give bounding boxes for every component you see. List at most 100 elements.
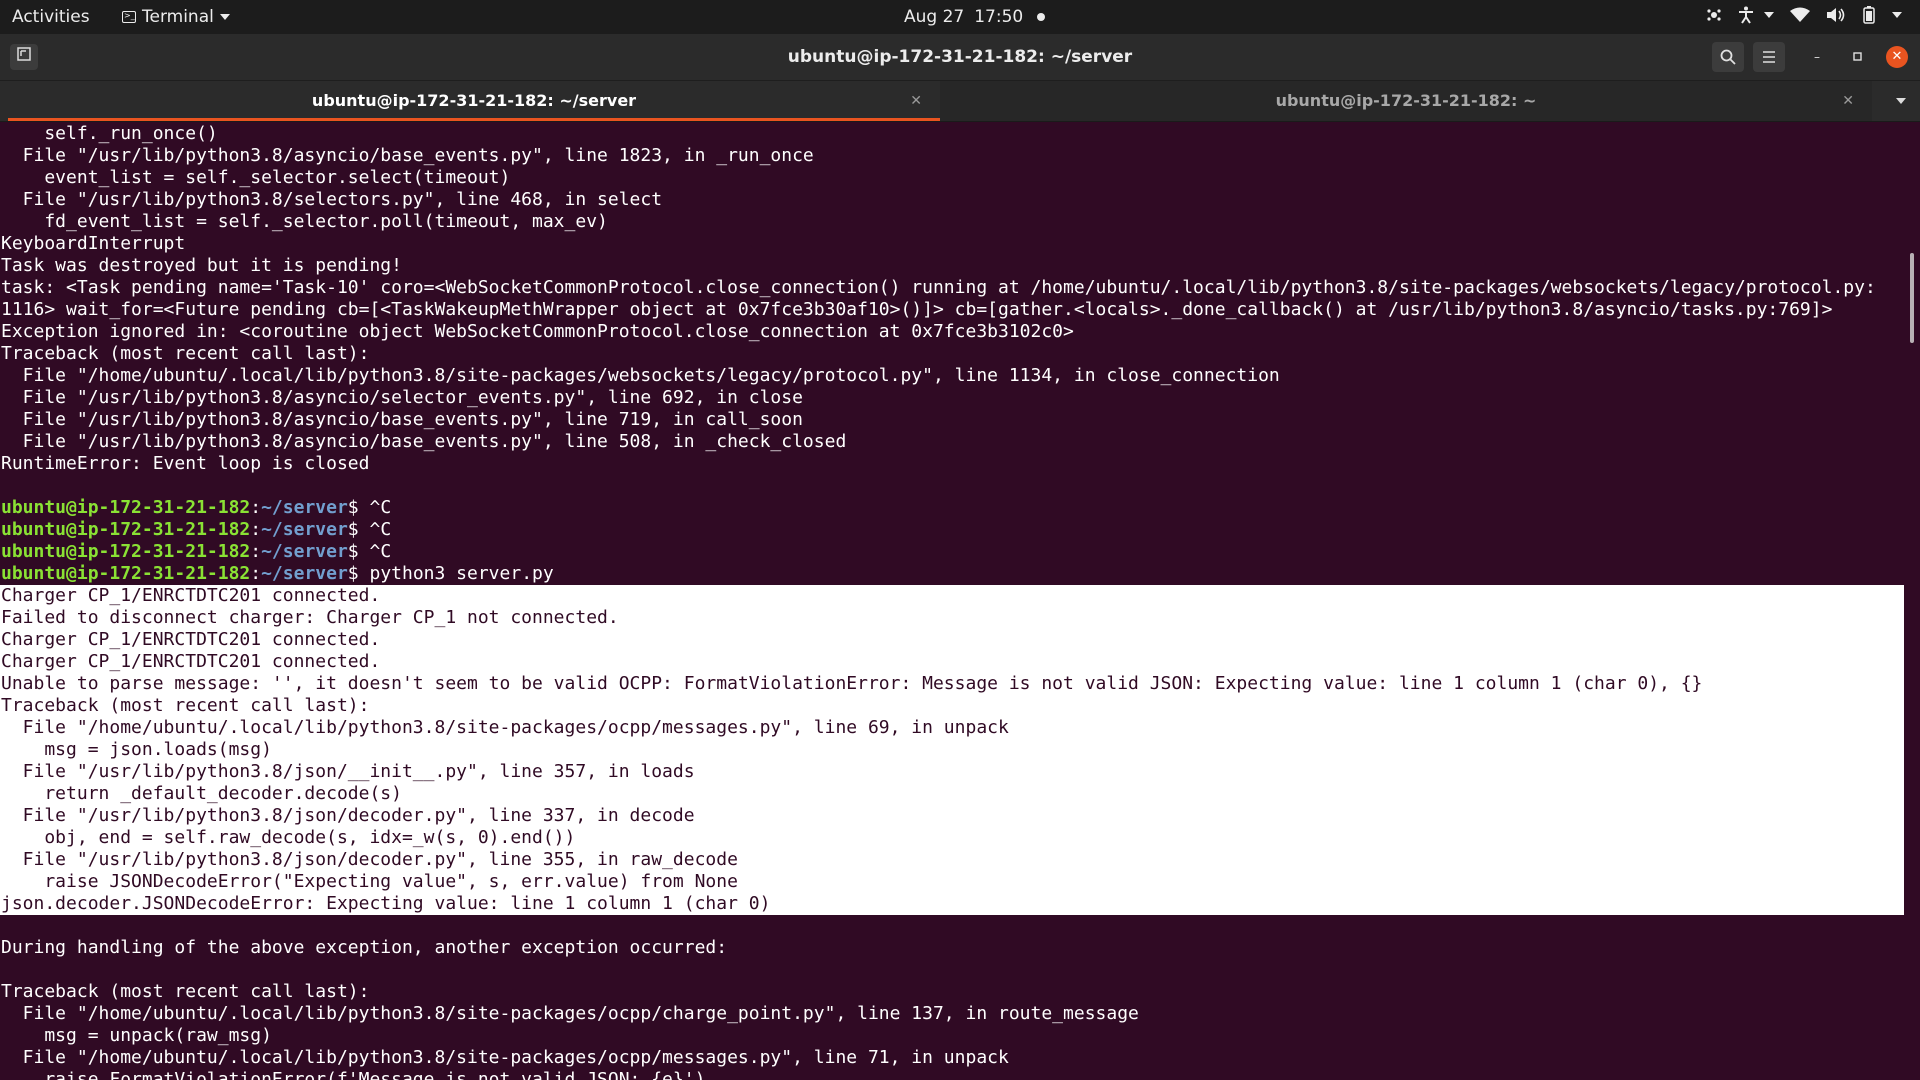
- prompt-dollar: $: [347, 563, 359, 584]
- terminal-line: Task was destroyed but it is pending!: [1, 255, 402, 276]
- terminal-line: msg = json.loads(msg): [0, 739, 1904, 761]
- terminal-line: json.decoder.JSONDecodeError: Expecting …: [0, 893, 1904, 915]
- chevron-down-icon: [219, 14, 230, 20]
- volume-icon[interactable]: [1826, 7, 1846, 23]
- terminal-line: obj, end = self.raw_decode(s, idx=_w(s, …: [0, 827, 1904, 849]
- accessibility-icon[interactable]: [1738, 6, 1774, 24]
- prompt-separator: :: [250, 497, 262, 518]
- terminal-line: Exception ignored in: <coroutine object …: [1, 321, 1074, 342]
- terminal-line: msg = unpack(raw_msg): [1, 1025, 272, 1046]
- prompt-dollar: $: [347, 541, 359, 562]
- terminal-line: event_list = self._selector.select(timeo…: [1, 167, 511, 188]
- prompt-line: ubuntu@ip-172-31-21-182:~/server$ python…: [0, 563, 1904, 585]
- prompt-separator: :: [250, 541, 262, 562]
- activities-button[interactable]: Activities: [12, 7, 90, 27]
- window-title: ubuntu@ip-172-31-21-182: ~/server: [787, 47, 1133, 67]
- close-icon: ✕: [1891, 49, 1903, 64]
- tab-server[interactable]: ubuntu@ip-172-31-21-182: ~/server ✕: [8, 81, 940, 121]
- scrollbar[interactable]: [1910, 253, 1914, 343]
- top-bar: Activities >_ Terminal Aug 27 17:50: [0, 0, 1920, 34]
- terminal-line: Traceback (most recent call last):: [1, 343, 370, 364]
- tab-label: ubuntu@ip-172-31-21-182: ~/server: [311, 91, 637, 110]
- close-icon[interactable]: ✕: [910, 81, 922, 121]
- terminal-line: return _default_decoder.decode(s): [0, 783, 1904, 805]
- terminal-line: self._run_once(): [1, 123, 218, 144]
- app-indicator-icon[interactable]: [1706, 7, 1722, 23]
- hamburger-menu-icon: [1763, 51, 1775, 63]
- terminal-line: Traceback (most recent call last):: [1, 981, 370, 1002]
- chevron-down-icon: [1764, 12, 1774, 18]
- clock-time: 17:50: [974, 7, 1024, 27]
- terminal-line: File "/usr/lib/python3.8/asyncio/selecto…: [1, 387, 803, 408]
- app-menu[interactable]: >_ Terminal: [122, 7, 230, 27]
- window-header-bar: ubuntu@ip-172-31-21-182: ~/server – ✕: [0, 34, 1920, 81]
- terminal-line: File "/home/ubuntu/.local/lib/python3.8/…: [1, 365, 1280, 386]
- terminal-line: 1116> wait_for=<Future pending cb=[<Task…: [1, 299, 1833, 320]
- terminal-line: Charger CP_1/ENRCTDTC201 connected.: [0, 585, 1904, 607]
- maximize-icon: [1852, 52, 1862, 61]
- terminal-line: File "/home/ubuntu/.local/lib/python3.8/…: [1, 1047, 1009, 1068]
- terminal-line: File "/usr/lib/python3.8/json/__init__.p…: [0, 761, 1904, 783]
- app-menu-label: Terminal: [142, 7, 214, 27]
- close-icon[interactable]: ✕: [1842, 81, 1854, 121]
- tab-list-chevron-down-icon[interactable]: [1896, 98, 1906, 104]
- prompt-user-host: ubuntu@ip-172-31-21-182: [1, 541, 251, 562]
- terminal-line: raise FormatViolationError(f'Message is …: [1, 1069, 706, 1080]
- prompt-separator: :: [250, 519, 262, 540]
- prompt-line: ubuntu@ip-172-31-21-182:~/server$ ^C: [0, 497, 1904, 519]
- tab-home[interactable]: ubuntu@ip-172-31-21-182: ~ ✕: [940, 81, 1872, 121]
- notification-dot-icon: [1037, 13, 1046, 21]
- terminal-line: Unable to parse message: '', it doesn't …: [0, 673, 1904, 695]
- terminal-line: KeyboardInterrupt: [1, 233, 186, 254]
- close-window-button[interactable]: ✕: [1886, 46, 1908, 68]
- prompt-command: python3 server.py: [358, 563, 554, 584]
- chevron-down-icon[interactable]: [1892, 12, 1902, 18]
- terminal-line: File "/home/ubuntu/.local/lib/python3.8/…: [1, 1003, 1139, 1024]
- terminal-line: raise JSONDecodeError("Expecting value",…: [0, 871, 1904, 893]
- prompt-line: ubuntu@ip-172-31-21-182:~/server$ ^C: [0, 541, 1904, 563]
- prompt-user-host: ubuntu@ip-172-31-21-182: [1, 563, 251, 584]
- terminal-line: File "/usr/lib/python3.8/asyncio/base_ev…: [1, 409, 803, 430]
- terminal-line: File "/usr/lib/python3.8/asyncio/base_ev…: [1, 431, 847, 452]
- terminal-line: task: <Task pending name='Task-10' coro=…: [1, 277, 1876, 298]
- prompt-separator: :: [250, 563, 262, 584]
- terminal-line: RuntimeError: Event loop is closed: [1, 453, 370, 474]
- terminal-icon: >_: [122, 11, 136, 23]
- tab-label: ubuntu@ip-172-31-21-182: ~: [1275, 91, 1537, 110]
- terminal-line: Failed to disconnect charger: Charger CP…: [0, 607, 1904, 629]
- terminal-line: File "/usr/lib/python3.8/asyncio/base_ev…: [1, 145, 814, 166]
- prompt-user-host: ubuntu@ip-172-31-21-182: [1, 519, 251, 540]
- prompt-command: ^C: [358, 519, 392, 540]
- terminal-line: Charger CP_1/ENRCTDTC201 connected.: [0, 629, 1904, 651]
- terminal-line: During handling of the above exception, …: [1, 937, 728, 958]
- terminal-output[interactable]: self._run_once() File "/usr/lib/python3.…: [0, 123, 1904, 1080]
- terminal-line: Traceback (most recent call last):: [0, 695, 1904, 717]
- wifi-icon[interactable]: [1790, 7, 1810, 23]
- maximize-button[interactable]: [1846, 46, 1868, 68]
- search-icon: [1720, 49, 1736, 65]
- prompt-dollar: $: [347, 497, 359, 518]
- terminal-line: File "/usr/lib/python3.8/json/decoder.py…: [0, 849, 1904, 871]
- minimize-icon: –: [1814, 50, 1820, 64]
- menu-button[interactable]: [1753, 42, 1785, 72]
- prompt-path: ~/server: [261, 541, 348, 562]
- system-tray[interactable]: [1706, 6, 1902, 24]
- clock[interactable]: Aug 27 17:50: [904, 7, 1046, 27]
- prompt-path: ~/server: [261, 497, 348, 518]
- prompt-path: ~/server: [261, 519, 348, 540]
- terminal-line: File "/usr/lib/python3.8/json/decoder.py…: [0, 805, 1904, 827]
- terminal-line: File "/usr/lib/python3.8/selectors.py", …: [1, 189, 663, 210]
- search-button[interactable]: [1712, 42, 1744, 72]
- prompt-dollar: $: [347, 519, 359, 540]
- prompt-path: ~/server: [261, 563, 348, 584]
- prompt-user-host: ubuntu@ip-172-31-21-182: [1, 497, 251, 518]
- terminal-line: Charger CP_1/ENRCTDTC201 connected.: [0, 651, 1904, 673]
- terminal-line: fd_event_list = self._selector.poll(time…: [1, 211, 608, 232]
- prompt-command: ^C: [358, 541, 392, 562]
- minimize-button[interactable]: –: [1806, 46, 1828, 68]
- terminal-line: File "/home/ubuntu/.local/lib/python3.8/…: [0, 717, 1904, 739]
- battery-icon[interactable]: [1862, 6, 1876, 24]
